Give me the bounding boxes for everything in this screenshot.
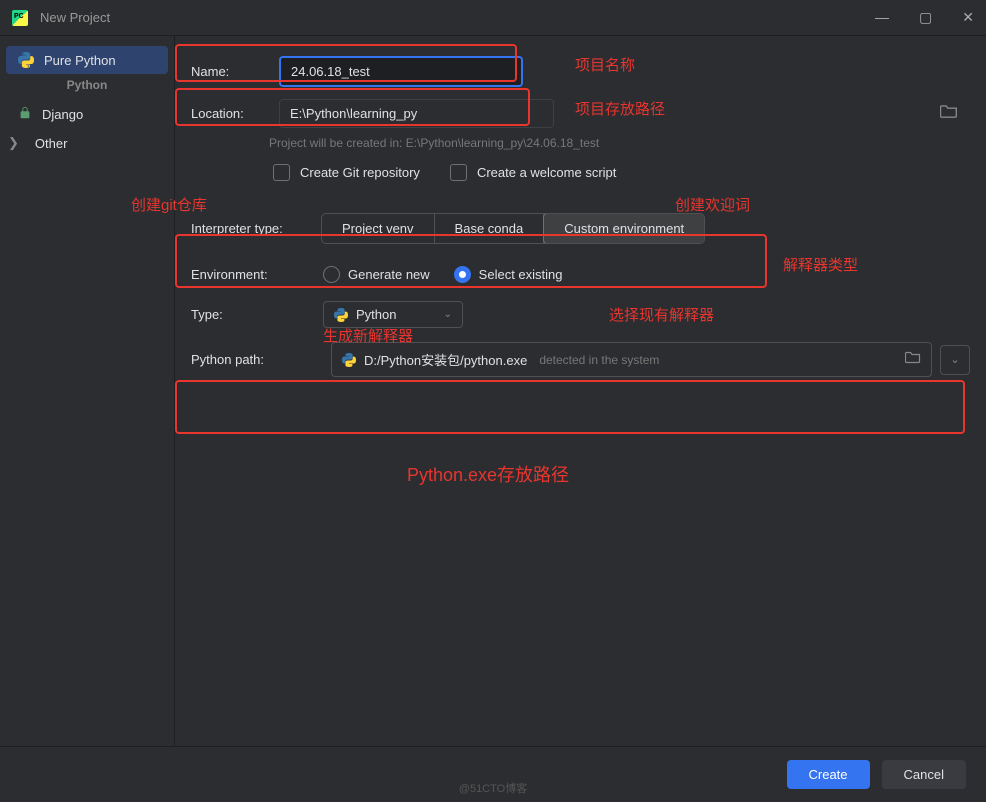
interpreter-type-segmented: Project venv Base conda Custom environme… [321, 213, 705, 244]
environment-label: Environment: [191, 267, 323, 282]
type-label: Type: [191, 307, 323, 322]
folder-icon[interactable] [940, 102, 958, 125]
title-bar: New Project — ▢ ✕ [0, 0, 986, 36]
name-label: Name: [191, 64, 279, 79]
location-label: Location: [191, 106, 279, 121]
close-button[interactable]: ✕ [962, 9, 974, 26]
python-icon [334, 308, 348, 322]
lock-icon [18, 106, 32, 123]
minimize-button[interactable]: — [875, 9, 889, 26]
sidebar: Pure Python Python Django ❯ Other [0, 36, 175, 746]
radio-select-existing-label: Select existing [479, 267, 563, 282]
chevron-down-icon: ⌄ [444, 309, 452, 320]
python-icon [342, 353, 356, 367]
python-path-label: Python path: [191, 352, 323, 367]
annotation-python-path: Python.exe存放路径 [407, 461, 569, 487]
sidebar-item-label: Pure Python [44, 53, 116, 68]
watermark: @51CTO博客 [459, 780, 527, 796]
python-path-value: D:/Python安装包/python.exe [364, 350, 527, 369]
create-welcome-label: Create a welcome script [477, 165, 616, 180]
chevron-right-icon: ❯ [8, 135, 19, 151]
radio-select-existing[interactable] [454, 266, 471, 283]
cancel-button[interactable]: Cancel [882, 760, 966, 789]
python-icon [18, 52, 34, 68]
create-button[interactable]: Create [787, 760, 870, 789]
sidebar-item-pure-python[interactable]: Pure Python [6, 46, 168, 74]
create-welcome-checkbox[interactable] [450, 164, 467, 181]
python-path-input[interactable]: D:/Python安装包/python.exe detected in the … [331, 342, 932, 377]
type-dropdown[interactable]: Python ⌄ [323, 301, 463, 328]
radio-generate-new[interactable] [323, 266, 340, 283]
segment-custom-env[interactable]: Custom environment [543, 213, 705, 244]
maximize-button[interactable]: ▢ [919, 9, 932, 26]
segment-project-venv[interactable]: Project venv [322, 214, 435, 243]
location-input[interactable] [279, 99, 554, 128]
sidebar-item-label: Other [35, 136, 68, 151]
sidebar-item-django[interactable]: Django [0, 100, 174, 129]
sidebar-heading: Python [0, 74, 174, 100]
create-git-label: Create Git repository [300, 165, 420, 180]
sidebar-item-label: Django [42, 107, 83, 122]
interpreter-type-label: Interpreter type: [191, 221, 321, 236]
window-title: New Project [40, 10, 875, 25]
annotation-create-welcome: 创建欢迎词 [675, 194, 750, 215]
sidebar-item-other[interactable]: ❯ Other [0, 129, 174, 157]
folder-icon[interactable] [905, 349, 921, 370]
detected-label: detected in the system [539, 353, 659, 367]
chevron-down-icon: ⌄ [950, 353, 959, 366]
creation-hint: Project will be created in: E:\Python\le… [191, 136, 970, 150]
create-git-checkbox[interactable] [273, 164, 290, 181]
path-dropdown-button[interactable]: ⌄ [940, 345, 970, 375]
type-value: Python [356, 307, 396, 322]
name-input[interactable] [279, 56, 523, 87]
main-panel: Name: Location: Project will be created … [175, 36, 986, 746]
pycharm-icon [12, 10, 28, 26]
segment-base-conda[interactable]: Base conda [435, 214, 545, 243]
radio-generate-new-label: Generate new [348, 267, 430, 282]
